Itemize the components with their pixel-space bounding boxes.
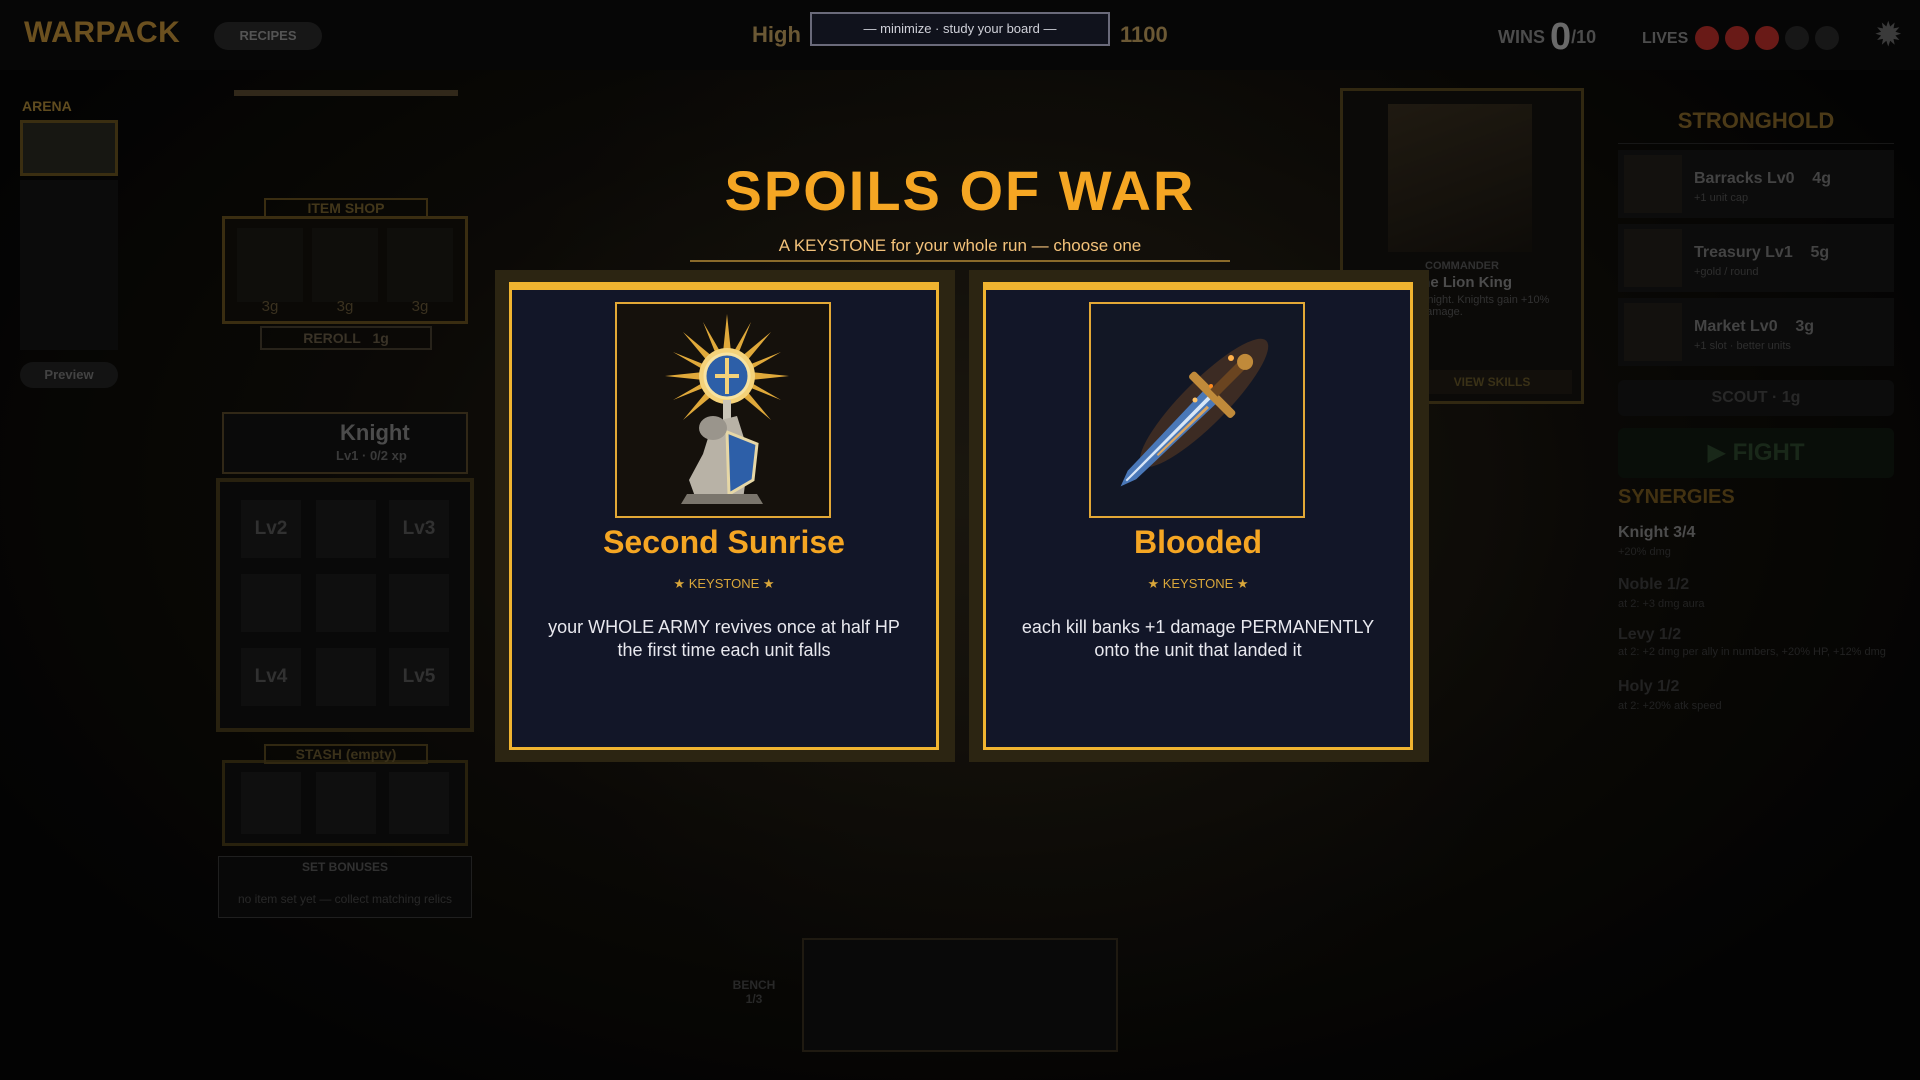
card-description: each kill banks +1 damage PERMANENTLY on…	[1021, 617, 1375, 660]
flaming-sword-icon	[1089, 302, 1305, 518]
card-name: Second Sunrise	[603, 524, 845, 560]
card-tag: ★ KEYSTONE ★	[1147, 576, 1249, 591]
kneeling-knight-sun-icon	[615, 302, 831, 518]
modal-subtitle: A KEYSTONE for your whole run — choose o…	[778, 236, 1142, 255]
game-screen: WARPACK RECIPES High 1100 WINS 0/10 LIVE…	[0, 0, 1920, 1080]
card-name: Blooded	[1134, 524, 1262, 560]
minimize-button[interactable]: — minimize · study your board —	[810, 12, 1110, 46]
modal-title: SPOILS OF WAR	[724, 159, 1196, 222]
card-description: your WHOLE ARMY revives once at half HP …	[548, 617, 900, 660]
title-divider	[690, 260, 1230, 262]
card-tag: ★ KEYSTONE ★	[673, 576, 775, 591]
